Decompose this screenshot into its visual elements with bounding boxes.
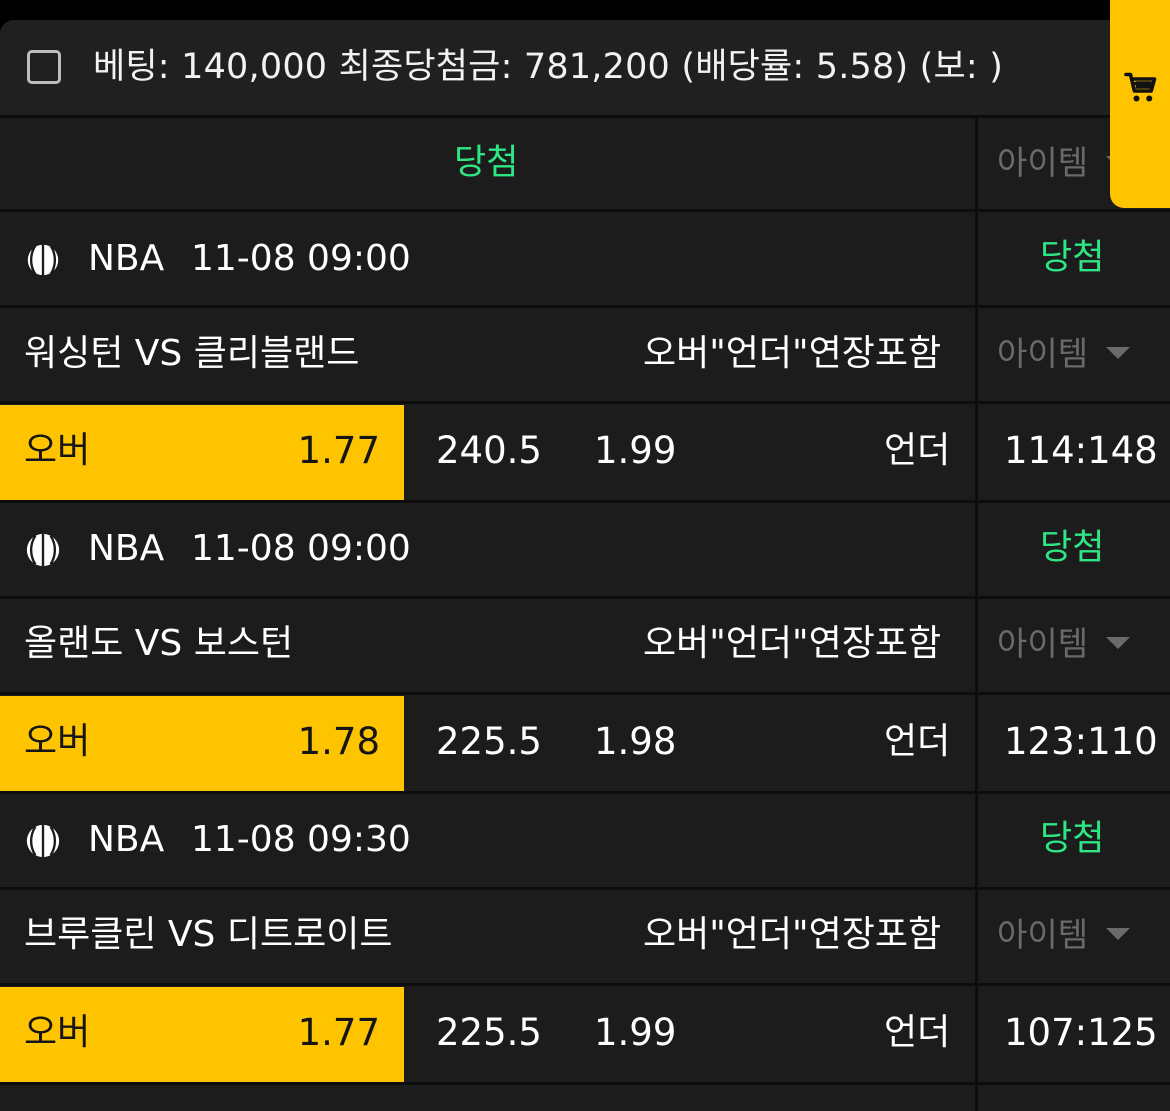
game-league: NBA (88, 819, 165, 860)
select-checkbox[interactable] (27, 50, 61, 84)
divider (0, 305, 1170, 308)
under-odds: 1.99 (594, 429, 677, 472)
chevron-down-icon (1106, 636, 1131, 649)
final-score: 123:110 (1004, 720, 1158, 763)
game-market: 오버"언더"연장포함 (643, 623, 942, 664)
game-datetime: 11-08 09:30 (191, 819, 411, 860)
game-teams: 워싱턴 VS 클리블랜드 (24, 333, 360, 374)
game-datetime: 11-08 09:00 (191, 238, 411, 279)
final-score: 107:125 (1004, 1011, 1158, 1054)
divider (0, 887, 1170, 890)
game-league: NBA (88, 238, 165, 279)
over-selection[interactable]: 오버 1.77 (0, 405, 404, 500)
under-odds: 1.98 (594, 720, 677, 763)
cart-icon[interactable] (1123, 70, 1159, 106)
divider (975, 115, 978, 211)
line-value: 240.5 (436, 429, 542, 472)
divider (0, 209, 1170, 212)
divider (0, 500, 1170, 503)
under-label: 언더 (884, 1012, 951, 1053)
basketball-icon (25, 242, 61, 278)
divider (0, 791, 1170, 794)
over-selection[interactable]: 오버 1.77 (0, 987, 404, 1082)
item-dropdown[interactable]: 아이템 (997, 622, 1131, 666)
divider (0, 596, 1170, 599)
game-status: 당첨 (1040, 819, 1105, 859)
bet-summary-text: 베팅: 140,000 최종당첨금: 781,200 (배당률: 5.58) (… (93, 47, 1004, 87)
line-value: 225.5 (436, 720, 542, 763)
game-teams: 브루클린 VS 디트로이트 (24, 914, 393, 955)
under-label: 언더 (884, 430, 951, 471)
under-odds: 1.99 (594, 1011, 677, 1054)
game-market: 오버"언더"연장포함 (643, 914, 942, 955)
final-score: 114:148 (1004, 429, 1158, 472)
divider (0, 692, 1170, 695)
bet-summary-header: 베팅: 140,000 최종당첨금: 781,200 (배당률: 5.58) (… (0, 20, 1170, 115)
chevron-down-icon (1106, 346, 1131, 359)
game-teams: 올랜도 VS 보스턴 (24, 623, 294, 664)
over-label: 오버 (24, 721, 91, 762)
item-dropdown[interactable]: 아이템 (997, 913, 1131, 957)
divider (0, 983, 1170, 986)
chevron-down-icon (1106, 927, 1131, 940)
over-label: 오버 (24, 430, 91, 471)
under-label: 언더 (884, 721, 951, 762)
over-label: 오버 (24, 1012, 91, 1053)
bet-slip-panel: 베팅: 140,000 최종당첨금: 781,200 (배당률: 5.58) (… (0, 20, 1170, 1111)
divider (0, 1082, 1170, 1085)
game-status: 당첨 (1040, 238, 1105, 278)
game-market: 오버"언더"연장포함 (643, 333, 942, 374)
item-dropdown-label: 아이템 (997, 915, 1089, 954)
game-datetime: 11-08 09:00 (191, 528, 411, 569)
divider (0, 401, 1170, 404)
item-dropdown[interactable]: 아이템 (997, 332, 1131, 376)
game-league: NBA (88, 528, 165, 569)
line-value: 225.5 (436, 1011, 542, 1054)
slip-status: 당첨 (454, 143, 519, 183)
basketball-icon (26, 824, 60, 858)
item-dropdown-label: 아이템 (997, 143, 1089, 182)
item-dropdown-label: 아이템 (997, 334, 1089, 373)
over-odds: 1.78 (297, 720, 380, 763)
over-odds: 1.77 (297, 429, 380, 472)
over-odds: 1.77 (297, 1011, 380, 1054)
item-dropdown-label: 아이템 (997, 624, 1089, 663)
divider (975, 209, 978, 1111)
divider (0, 115, 1170, 118)
game-status: 당첨 (1040, 528, 1105, 568)
basketball-icon (26, 533, 60, 567)
over-selection[interactable]: 오버 1.78 (0, 696, 404, 791)
